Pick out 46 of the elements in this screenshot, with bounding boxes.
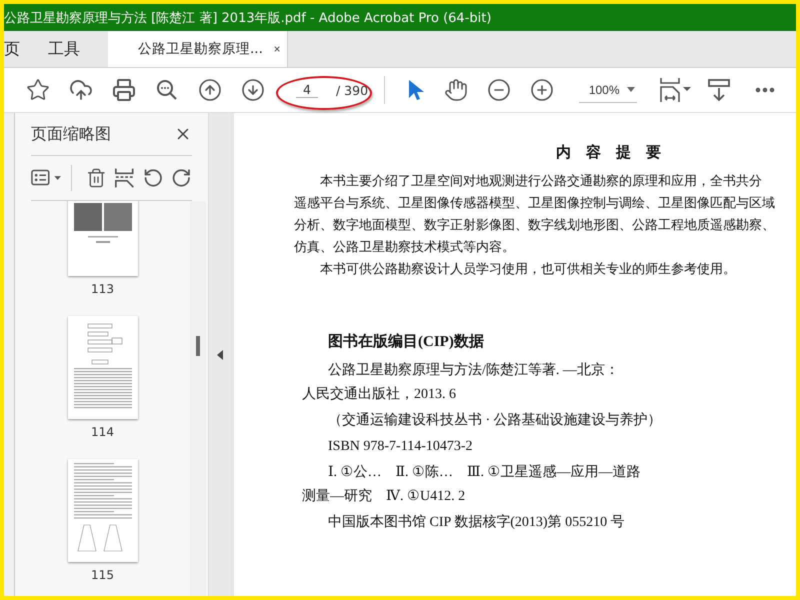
paragraph-line: 本书可供公路勘察设计人员学习使用，也可供相关专业的师生参考使用。 <box>319 260 737 278</box>
page-thumbnail-flowchart-drawing[interactable] <box>68 316 138 419</box>
nav-tab[interactable]: 工具 <box>48 31 94 67</box>
cip-line: Ⅰ. ①公… Ⅱ. ①陈… Ⅲ. ①卫星遥感—应用—道路 <box>327 463 642 482</box>
page-thumbnail-figure-drawing[interactable] <box>68 459 138 562</box>
page-thumbnail-photos-drawing[interactable] <box>68 201 138 276</box>
options-menu-icon[interactable] <box>31 168 63 188</box>
nav-tab[interactable]: 页 <box>4 31 48 67</box>
bookmark-button[interactable] <box>26 77 50 103</box>
delete-icon[interactable] <box>86 167 106 189</box>
zoom-dropdown[interactable]: 100% <box>578 77 637 103</box>
upload-button[interactable] <box>69 77 93 103</box>
page-number-label: 115 <box>91 568 114 582</box>
page-count: / 390 <box>336 82 368 98</box>
rotate-right-icon[interactable] <box>171 167 192 189</box>
cip-line: 人民交通出版社，2013. 6 <box>302 385 457 404</box>
scroll-mode-button[interactable] <box>707 77 731 103</box>
page-heading: 内 容 提 要 <box>556 143 662 162</box>
paragraph-line: 分析、数字地面模型、数字正射影像图、数字线划地形图、公路工程地质遥感勘察、 <box>294 216 776 234</box>
cip-line: 中国版本图书馆 CIP 数据核字(2013)第 055210 号 <box>327 513 626 532</box>
cip-line: 公路卫星勘察原理与方法/陈楚江等著. —北京： <box>327 361 620 380</box>
zoom-in-button[interactable] <box>530 77 554 103</box>
page-number-field[interactable]: 4 <box>296 82 318 98</box>
rotate-left-icon[interactable] <box>142 167 164 189</box>
paragraph-line: 仿真、公路卫星勘察技术模式等内容。 <box>294 238 516 256</box>
paragraph-line: 本书主要介绍了卫星空间对地观测进行公路交通勘察的原理和应用，全书共分 <box>319 172 763 190</box>
page-number-label: 114 <box>91 425 114 439</box>
document-tab[interactable]: 公路卫星勘察原理... <box>108 31 288 67</box>
cip-heading: 图书在版编目(CIP)数据 <box>328 332 485 351</box>
cip-line: （交通运输建设科技丛书 · 公路基础设施建设与养护） <box>327 411 663 430</box>
page-number-label: 113 <box>91 282 114 296</box>
scrollbar-thumb <box>196 336 200 356</box>
cip-line: ISBN 978-7-114-10473-2 <box>327 438 474 456</box>
paragraph-line: 遥感平台与系统、卫星图像传感器模型、卫星图像控制与调绘、卫星图像匹配与区域 <box>294 194 776 212</box>
collapse-panel-icon[interactable] <box>217 350 223 360</box>
insert-page-icon[interactable] <box>114 167 135 189</box>
cip-line: 测量—研究 Ⅳ. ①U412. 2 <box>302 487 466 506</box>
caret-icon <box>627 87 635 92</box>
hand-tool-button[interactable] <box>444 77 468 103</box>
print-button[interactable] <box>112 77 136 103</box>
fit-page-button[interactable] <box>659 77 693 103</box>
zoom-out-button[interactable] <box>486 77 511 103</box>
previous-page-button[interactable] <box>198 77 222 103</box>
window-title: 公路卫星勘察原理与方法 [陈楚江 著] 2013年版.pdf - Adobe Acrobat Pro (64-bit) <box>4 4 796 31</box>
panel-title: 页面缩略图 <box>31 124 111 144</box>
next-page-button[interactable] <box>241 77 265 103</box>
